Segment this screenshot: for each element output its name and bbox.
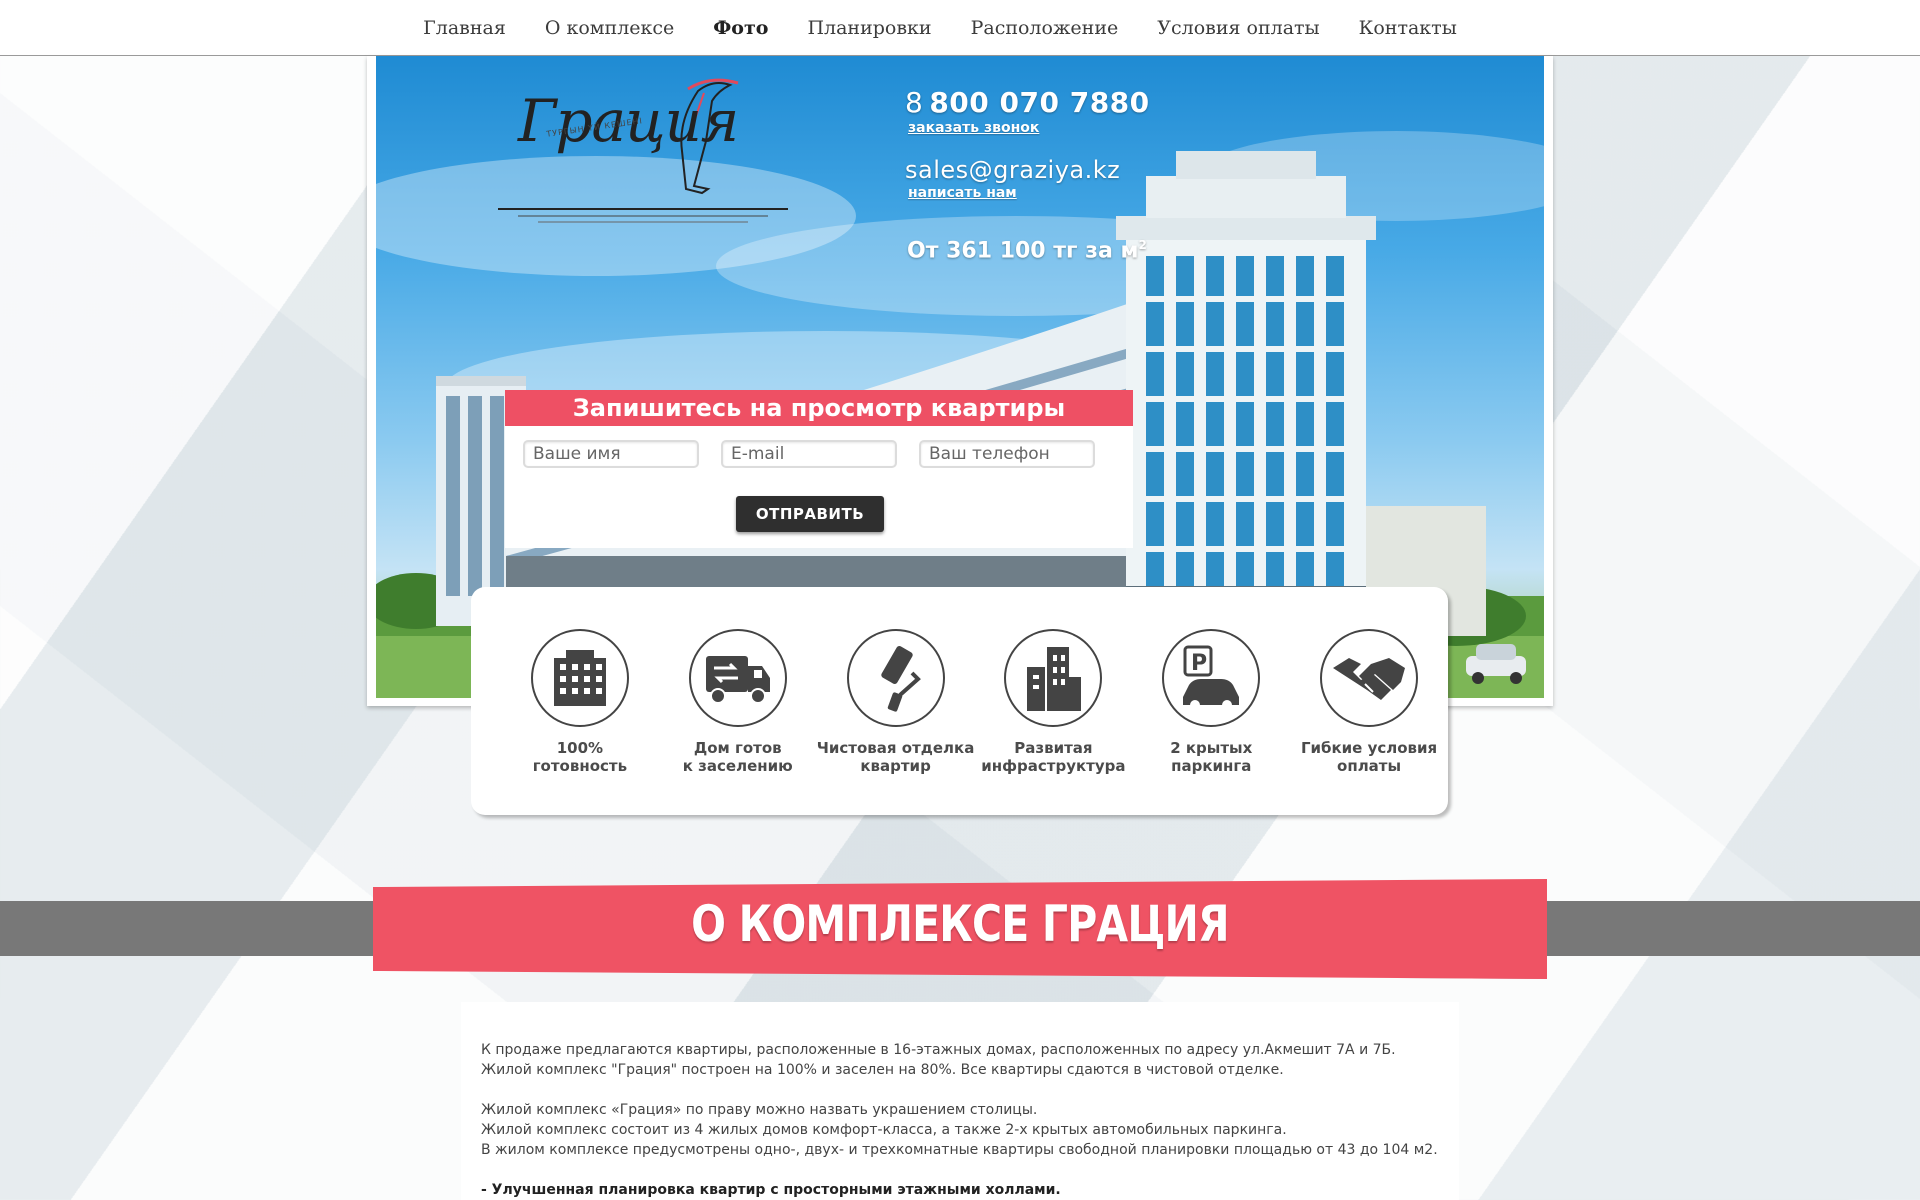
feature-finishing: Чистовая отделка квартир — [817, 629, 975, 815]
about-paragraph: К продаже предлагаются квартиры, располо… — [481, 1042, 1396, 1058]
moving-truck-icon — [688, 629, 787, 727]
about-paragraph: Жилой комплекс состоит из 4 жилых домов … — [481, 1122, 1287, 1138]
paint-roller-icon — [846, 629, 945, 727]
feature-label: 2 крытых паркинга — [1170, 739, 1253, 775]
price-text: От 361 100 тг за м — [907, 238, 1139, 264]
write-us-link[interactable]: написать нам — [908, 185, 1150, 201]
city-buildings-icon — [1004, 629, 1103, 727]
about-paragraph: Жилой комплекс «Грация» по праву можно н… — [481, 1102, 1038, 1118]
feature-payment-terms: Гибкие условия оплаты — [1290, 629, 1448, 815]
price-label: От 361 100 тг за м2 — [907, 238, 1147, 263]
feature-infrastructure: Развитая инфраструктура — [974, 629, 1132, 815]
phone-prefix: 8 — [905, 86, 924, 119]
feature-label: Чистовая отделка квартир — [816, 739, 975, 775]
top-navigation: Главная О комплексе Фото Планировки Расп… — [0, 0, 1920, 56]
callback-link[interactable]: заказать звонок — [908, 120, 1150, 136]
section-title: О КОМПЛЕКСЕ ГРАЦИЯ — [691, 895, 1229, 953]
handshake-icon — [1320, 629, 1419, 727]
price-unit: 2 — [1138, 238, 1147, 252]
feature-move-in: Дом готов к заселению — [659, 629, 817, 815]
feature-label: Дом готов к заселению — [682, 739, 793, 775]
submit-button[interactable]: ОТПРАВИТЬ — [736, 496, 884, 532]
nav-item-contacts[interactable]: Контакты — [1359, 17, 1457, 39]
svg-text:P: P — [1191, 651, 1207, 676]
about-highlight: - Улучшенная планировка квартир с просто… — [481, 1182, 1061, 1198]
viewing-signup-form: Запишитесь на просмотр квартиры ОТПРАВИТ… — [505, 390, 1133, 548]
phone-number[interactable]: 8 800 070 7880 — [905, 86, 1150, 119]
email-address[interactable]: sales@graziya.kz — [905, 156, 1150, 184]
about-text-block: К продаже предлагаются квартиры, располо… — [461, 1002, 1459, 1200]
nav-item-photo[interactable]: Фото — [713, 17, 768, 39]
nav-item-about[interactable]: О комплексе — [545, 17, 674, 39]
features-panel: 100% готовность Дом готов к заселению Чист… — [471, 587, 1448, 815]
about-paragraph: Жилой комплекс "Грация" построен на 100%… — [481, 1062, 1284, 1078]
feature-parking: P 2 крытых паркинга — [1132, 629, 1290, 815]
feature-label: Развитая инфраструктура — [981, 739, 1126, 775]
nav-item-location[interactable]: Расположение — [971, 17, 1119, 39]
phone-digits: 800 070 7880 — [929, 86, 1150, 119]
brand-logo[interactable]: Грация ТУРГЫН ҮЙ КЕШЕНІ — [498, 71, 788, 231]
nav-menu: Главная О комплексе Фото Планировки Расп… — [423, 17, 1457, 39]
form-title: Запишитесь на просмотр квартиры — [505, 390, 1133, 426]
nav-item-home[interactable]: Главная — [423, 17, 506, 39]
form-fields — [505, 426, 1133, 468]
nav-item-layouts[interactable]: Планировки — [807, 17, 931, 39]
about-paragraph: В жилом комплексе предусмотрены одно-, д… — [481, 1142, 1438, 1158]
contact-block: 8 800 070 7880 заказать звонок sales@graz… — [905, 86, 1150, 201]
building-icon — [530, 629, 629, 727]
feature-label: 100% готовность — [532, 739, 628, 775]
phone-input[interactable] — [919, 440, 1095, 468]
name-input[interactable] — [523, 440, 699, 468]
nav-item-payment-terms[interactable]: Условия оплаты — [1157, 17, 1319, 39]
feature-label: Гибкие условия оплаты — [1300, 739, 1438, 775]
email-input[interactable] — [721, 440, 897, 468]
parking-car-icon: P — [1162, 629, 1261, 727]
feature-readiness: 100% готовность — [501, 629, 659, 815]
